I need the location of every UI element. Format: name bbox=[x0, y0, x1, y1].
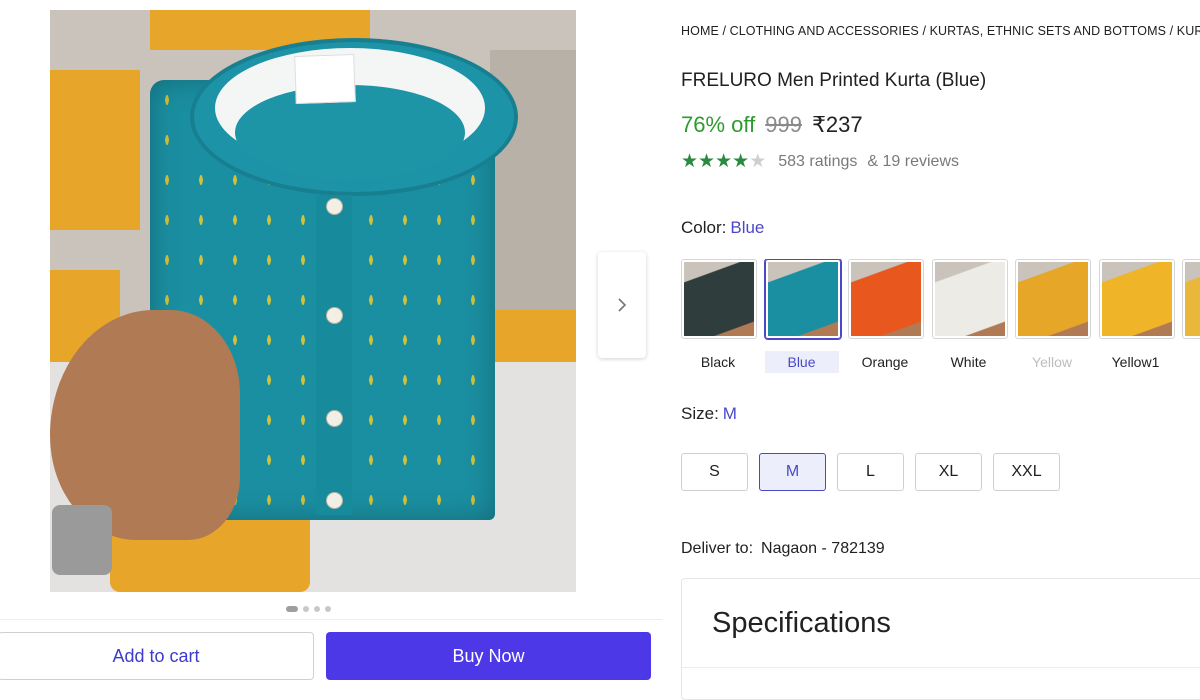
star-icon: ★ bbox=[681, 151, 699, 172]
color-swatch-label: Blue bbox=[764, 351, 839, 373]
kurta-button bbox=[326, 492, 343, 509]
color-swatch-thumbnail bbox=[934, 262, 1005, 336]
breadcrumb[interactable]: HOME / CLOTHING AND ACCESSORIES / KURTAS… bbox=[681, 24, 1200, 38]
kurta-button bbox=[326, 198, 343, 215]
color-swatch-image[interactable] bbox=[1098, 259, 1175, 339]
selected-color: Blue bbox=[730, 218, 765, 237]
star-rating: ★ ★ ★ ★ ★ bbox=[681, 152, 766, 171]
color-swatch[interactable]: Black bbox=[681, 259, 757, 373]
carousel-dot[interactable] bbox=[286, 606, 298, 612]
color-swatch[interactable]: Yellow1 bbox=[1098, 259, 1175, 373]
size-option[interactable]: XXL bbox=[993, 453, 1060, 491]
specifications-title: Specifications bbox=[712, 607, 891, 639]
reviews-count[interactable]: & 19 reviews bbox=[867, 153, 959, 171]
selected-size: M bbox=[722, 404, 737, 423]
color-swatch-label: Yellow bbox=[1032, 354, 1072, 370]
color-swatch-label: Yellow1 bbox=[1111, 354, 1160, 370]
delivery-row: Deliver to: Nagaon - 782139 bbox=[681, 540, 885, 558]
buy-now-button[interactable]: Buy Now bbox=[326, 632, 651, 680]
delivery-location[interactable]: Nagaon - 782139 bbox=[761, 540, 885, 557]
chevron-right-icon bbox=[618, 298, 627, 312]
divider bbox=[682, 667, 1200, 668]
size-label-row: Size: M bbox=[681, 404, 737, 424]
carousel-dot[interactable] bbox=[314, 606, 320, 612]
size-option[interactable]: M bbox=[759, 453, 826, 491]
color-swatch-label: Black bbox=[700, 354, 736, 370]
product-image[interactable] bbox=[50, 10, 576, 592]
price-row: 76% off 999 ₹237 bbox=[681, 112, 863, 138]
star-icon: ★ bbox=[715, 151, 733, 172]
selling-price: ₹237 bbox=[811, 112, 863, 137]
wrist-watch bbox=[52, 505, 112, 575]
deliver-label: Deliver to: bbox=[681, 540, 754, 557]
color-swatch-label: Orange bbox=[861, 354, 909, 370]
color-swatch-image[interactable] bbox=[681, 259, 757, 339]
color-swatch-label: Y bbox=[1182, 351, 1200, 373]
color-swatch-image[interactable] bbox=[931, 259, 1008, 339]
color-swatch[interactable]: Y bbox=[1182, 259, 1200, 373]
kurta-placket bbox=[316, 195, 352, 515]
color-swatch-thumbnail bbox=[1018, 262, 1088, 336]
discount-percent: 76% off bbox=[681, 112, 756, 137]
color-swatch[interactable]: Yellow bbox=[1015, 259, 1091, 373]
add-to-cart-button[interactable]: Add to cart bbox=[0, 632, 314, 680]
size-options: S M L XL XXL bbox=[681, 453, 1060, 491]
size-label: Size: bbox=[681, 404, 719, 423]
size-option[interactable]: XL bbox=[915, 453, 982, 491]
size-option[interactable]: L bbox=[837, 453, 904, 491]
original-price: 999 bbox=[765, 112, 802, 137]
kurta-button bbox=[326, 410, 343, 427]
carousel-dot[interactable] bbox=[325, 606, 331, 612]
kurta-button bbox=[326, 307, 343, 324]
color-swatch-thumbnail bbox=[1185, 262, 1200, 336]
star-icon: ★ bbox=[749, 151, 767, 172]
star-icon: ★ bbox=[732, 151, 750, 172]
background-shelf bbox=[50, 70, 140, 230]
product-title: FRELURO Men Printed Kurta (Blue) bbox=[681, 70, 987, 91]
color-swatch[interactable]: White bbox=[931, 259, 1008, 373]
color-swatch-thumbnail bbox=[1101, 262, 1172, 336]
color-swatch[interactable]: Orange bbox=[848, 259, 924, 373]
ratings-count[interactable]: 583 ratings bbox=[778, 153, 857, 171]
color-label-row: Color: Blue bbox=[681, 218, 764, 238]
specifications-card: Specifications bbox=[681, 578, 1200, 700]
kurta-label-tag bbox=[294, 53, 356, 105]
rating-row: ★ ★ ★ ★ ★ 583 ratings & 19 reviews bbox=[681, 152, 959, 171]
color-swatch-image[interactable] bbox=[1015, 259, 1091, 339]
next-image-button[interactable] bbox=[598, 252, 646, 358]
carousel-dot[interactable] bbox=[303, 606, 309, 612]
size-option[interactable]: S bbox=[681, 453, 748, 491]
color-swatch-thumbnail bbox=[684, 262, 754, 336]
color-label: Color: bbox=[681, 218, 727, 237]
color-swatches: Black Blue Orange White Yellow Yellow1 Y bbox=[681, 259, 1200, 379]
color-swatch-image[interactable] bbox=[1182, 259, 1200, 339]
color-swatch-image[interactable] bbox=[848, 259, 924, 339]
color-swatch-thumbnail bbox=[851, 262, 921, 336]
color-swatch-label: White bbox=[950, 354, 987, 370]
color-swatch[interactable]: Blue bbox=[763, 259, 842, 373]
color-swatch-thumbnail bbox=[767, 262, 838, 336]
color-swatch-image[interactable] bbox=[763, 259, 842, 340]
star-icon: ★ bbox=[698, 151, 716, 172]
image-carousel-dots bbox=[286, 606, 331, 612]
